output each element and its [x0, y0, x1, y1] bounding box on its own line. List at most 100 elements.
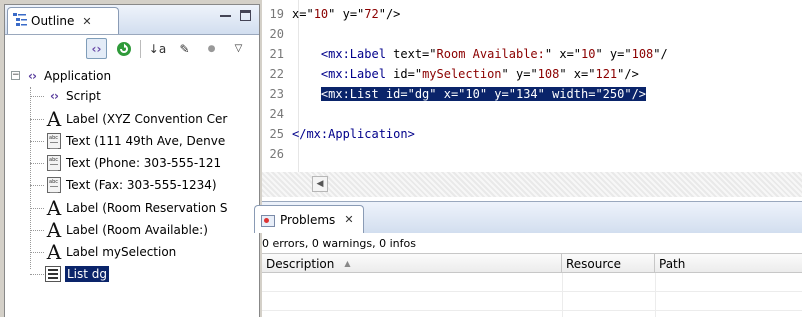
code-token: </mx:Application>	[292, 127, 415, 141]
tree-item-script[interactable]: ‹› Script	[45, 85, 101, 106]
scroll-left-icon[interactable]: ◀	[312, 176, 328, 192]
text-field-icon	[47, 154, 61, 171]
code-line[interactable]: 26	[262, 144, 802, 164]
collapse-icon[interactable]: −	[11, 71, 20, 80]
code-token: 121	[595, 67, 618, 81]
close-icon[interactable]: ✕	[344, 213, 353, 226]
label-A-icon: A	[46, 239, 62, 264]
code-token: id="	[385, 67, 423, 81]
tree-item-label-room-available[interactable]: A Label (Room Available:)	[45, 219, 208, 240]
code-token: "/>	[617, 67, 639, 81]
tree-item-label: Text (111 49th Ave, Denve	[66, 133, 226, 148]
problems-icon	[261, 213, 275, 227]
editor-horizontal-scrollbar[interactable]: ◀	[262, 172, 802, 197]
line-number: 22	[269, 67, 284, 81]
tree-item-label: Label (XYZ Convention Cer	[66, 111, 228, 126]
tree-item-application[interactable]: ‹› Application	[23, 65, 111, 86]
code-token: Room Available:	[436, 47, 545, 61]
code-token: text="	[385, 47, 437, 61]
line-number: 21	[269, 47, 284, 61]
tree-item-label: List dg	[65, 265, 110, 282]
tree-guide-line	[30, 185, 44, 186]
code-token: <mx:Label	[320, 47, 386, 61]
problems-table-header: Description ▲ Resource Path	[262, 253, 802, 273]
close-icon[interactable]: ✕	[82, 15, 91, 28]
code-line[interactable]: 21 <mx:Label text=" Room Available: " x=" 1…	[262, 44, 802, 64]
tree-item-label-myselection[interactable]: A Label mySelection	[45, 239, 177, 264]
toolbar-separator	[140, 39, 141, 58]
tree-guide-line	[30, 96, 44, 97]
tree-guide-line	[30, 252, 44, 253]
table-row[interactable]	[262, 273, 802, 292]
view-menu-icon[interactable]: ▽	[228, 38, 249, 59]
table-row[interactable]	[262, 292, 802, 311]
maximize-icon[interactable]	[240, 10, 251, 21]
tree-guide-line	[30, 87, 31, 269]
code-token: " y="	[328, 7, 365, 21]
text-field-icon	[47, 132, 61, 149]
problems-tab-label: Problems	[280, 212, 336, 227]
line-number: 23	[269, 87, 284, 101]
sort-alpha-icon[interactable]: ↓a	[147, 38, 168, 59]
filter-icon[interactable]: ✎	[174, 38, 195, 59]
refresh-icon[interactable]	[113, 38, 134, 59]
column-header-path[interactable]: Path	[655, 254, 802, 273]
code-token: mySelection	[422, 67, 502, 81]
code-token: <mx:Label	[320, 67, 386, 81]
code-token: 108	[537, 67, 560, 81]
tree-item-text-address[interactable]: Text (111 49th Ave, Denve	[45, 130, 225, 151]
code-line[interactable]: 23 <mx:List id="dg" x="10" y="134" width…	[262, 84, 802, 104]
code-token: 108	[631, 47, 654, 61]
label-A-icon: A	[46, 106, 62, 131]
code-line[interactable]: 25 </mx:Application>	[262, 124, 802, 144]
code-line[interactable]: 20	[262, 24, 802, 44]
tree-item-label: Application	[44, 68, 112, 83]
column-header-description[interactable]: Description ▲	[262, 254, 562, 273]
problems-status: 0 errors, 0 warnings, 0 infos	[262, 236, 416, 250]
outline-window-controls	[220, 10, 251, 21]
show-tags-button[interactable]: ‹›	[86, 38, 107, 59]
column-header-label: Path	[659, 256, 686, 271]
column-divider	[562, 273, 563, 317]
tree-item-label: Script	[66, 88, 101, 103]
tree-item-label: Text (Phone: 303-555-121	[66, 155, 222, 170]
tab-problems[interactable]: Problems ✕	[254, 205, 364, 233]
sort-ascending-icon: ▲	[344, 259, 351, 268]
problems-view: Problems ✕ 0 errors, 0 warnings, 0 infos…	[254, 201, 802, 317]
line-number: 20	[269, 27, 284, 41]
tree-guide-line	[30, 141, 44, 142]
tree-item-label: Text (Fax: 303-555-1234)	[66, 177, 217, 192]
code-editor[interactable]: 19 x=" 10 " y=" 72 "/> 20 21 <mx:Label text=" Ro…	[262, 0, 802, 176]
label-A-icon: A	[46, 217, 62, 242]
tab-outline[interactable]: Outline ✕	[7, 7, 119, 34]
outline-icon	[13, 12, 27, 30]
tree-guide-line	[30, 208, 44, 209]
code-token: 10	[581, 47, 596, 61]
code-line[interactable]: 24	[262, 104, 802, 124]
dot-icon[interactable]: ●	[201, 38, 222, 59]
tree-item-label: Label mySelection	[66, 244, 177, 259]
code-token: 72	[364, 7, 379, 21]
code-token: "/	[653, 47, 668, 61]
tree-item-label-xyz[interactable]: A Label (XYZ Convention Cer	[45, 106, 228, 131]
tree-item-label-reservation[interactable]: A Label (Room Reservation S	[45, 197, 228, 218]
code-line[interactable]: 22 <mx:Label id=" mySelection " y=" 108 " x=…	[262, 64, 802, 84]
code-token: "/>	[378, 7, 401, 21]
code-line[interactable]: 19 x=" 10 " y=" 72 "/>	[262, 4, 802, 24]
outline-toolbar: ‹› ↓a ✎ ● ▽	[5, 35, 259, 62]
outline-tabbar: Outline ✕	[5, 5, 259, 35]
tree-item-list-dg[interactable]: List dg	[45, 263, 110, 284]
code-token: x="	[292, 7, 314, 21]
line-number: 26	[269, 147, 284, 161]
text-field-icon	[47, 176, 61, 193]
minimize-icon[interactable]	[220, 15, 231, 18]
tree-item-text-fax[interactable]: Text (Fax: 303-555-1234)	[45, 174, 217, 195]
outline-tab-label: Outline	[31, 14, 75, 28]
column-header-resource[interactable]: Resource	[562, 254, 655, 273]
tree-item-text-phone[interactable]: Text (Phone: 303-555-121	[45, 152, 221, 173]
column-header-label: Resource	[566, 256, 622, 271]
column-divider	[655, 273, 656, 317]
tree-guide-line	[30, 230, 44, 231]
